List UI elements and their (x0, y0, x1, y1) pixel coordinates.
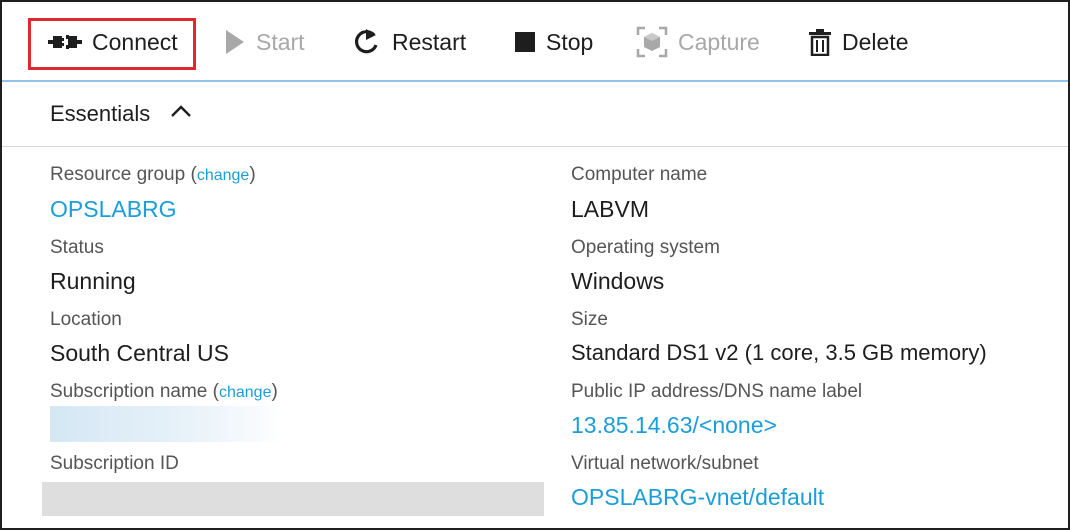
play-icon (226, 30, 244, 54)
virtual-network-label: Virtual network/subnet (571, 453, 759, 474)
plug-icon (48, 35, 82, 49)
location-label: Location (50, 309, 122, 330)
public-ip-label: Public IP address/DNS name label (571, 381, 863, 402)
essentials-title: Essentials (50, 101, 151, 126)
start-button[interactable]: Start (224, 20, 305, 64)
status-label: Status (50, 237, 104, 258)
delete-button[interactable]: Delete (808, 20, 908, 64)
vm-overview-panel: Connect Start Restart Stop Capture Delet… (0, 0, 1070, 530)
subscription-id-redacted (42, 482, 544, 516)
subscription-name-redacted (50, 406, 282, 442)
virtual-network-value[interactable]: OPSLABRG-vnet/default (571, 484, 824, 511)
resource-group-change-link[interactable]: change (197, 167, 250, 184)
delete-label: Delete (842, 28, 909, 55)
subscription-id-label: Subscription ID (50, 453, 179, 474)
resource-group-label: Resource group (change) (50, 164, 256, 185)
subscription-change-link[interactable]: change (219, 384, 272, 401)
resource-group-label-text: Resource group (50, 164, 186, 185)
size-value: Standard DS1 v2 (1 core, 3.5 GB memory) (571, 340, 987, 365)
subscription-name-label-text: Subscription name (50, 381, 208, 402)
computer-name-value: LABVM (571, 196, 649, 222)
resource-group-value[interactable]: OPSLABRG (50, 196, 177, 223)
capture-label: Capture (678, 28, 760, 55)
capture-icon (636, 26, 668, 58)
computer-name-label: Computer name (571, 164, 708, 185)
restart-button[interactable]: Restart (352, 20, 466, 64)
operating-system-value: Windows (571, 268, 665, 294)
location-value: South Central US (50, 340, 229, 366)
restart-icon (354, 29, 378, 54)
restart-label: Restart (392, 28, 467, 55)
public-ip-value[interactable]: 13.85.14.63/<none> (571, 412, 777, 439)
size-label: Size (571, 309, 608, 330)
stop-button[interactable]: Stop (514, 20, 593, 64)
essentials-header[interactable]: Essentials (2, 82, 1068, 147)
subscription-name-label: Subscription name (change) (50, 381, 278, 402)
capture-button[interactable]: Capture (636, 20, 760, 64)
start-label: Start (256, 28, 305, 55)
operating-system-label: Operating system (571, 237, 720, 258)
stop-label: Stop (546, 28, 594, 55)
connect-label: Connect (92, 28, 178, 55)
status-value: Running (50, 268, 136, 294)
trash-icon (809, 29, 831, 56)
command-bar: Connect Start Restart Stop Capture Delet… (2, 2, 1068, 82)
chevron-up-icon[interactable] (170, 104, 192, 118)
connect-button[interactable]: Connect (48, 20, 178, 64)
stop-icon (515, 32, 535, 52)
